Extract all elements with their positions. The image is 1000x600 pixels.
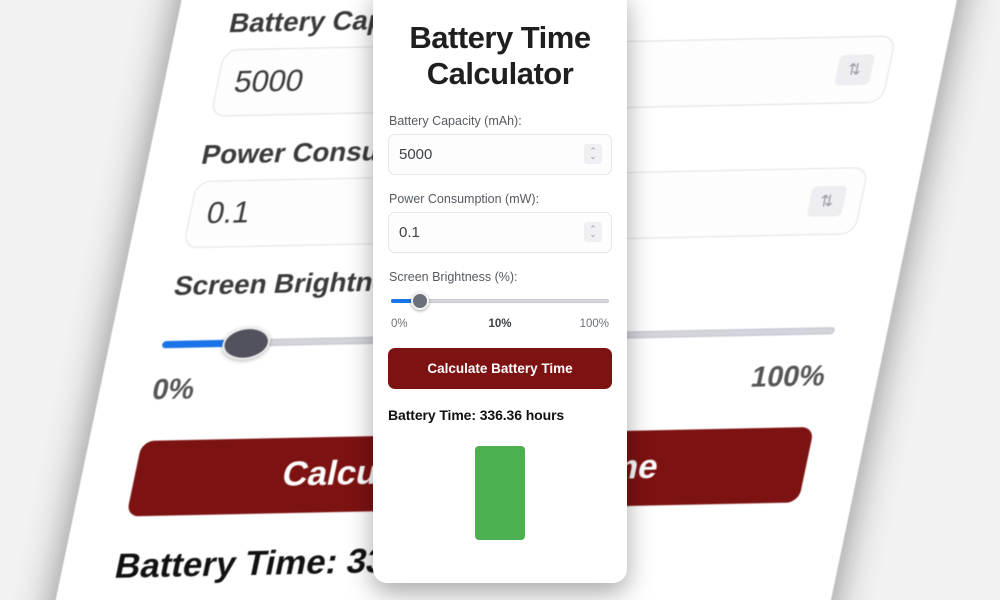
slider-tick-min: 0% — [391, 317, 408, 330]
power-consumption-spinner-icon[interactable]: ⌃ ⌄ — [584, 222, 602, 243]
background-tick-max: 100% — [748, 359, 829, 393]
modal-title-line1: Battery Time — [409, 20, 591, 55]
battery-capacity-field[interactable]: ⌃ ⌄ — [388, 133, 612, 175]
slider-tick-current: 10% — [488, 317, 512, 330]
battery-capacity-label: Battery Capacity (mAh): — [389, 113, 522, 128]
power-consumption-field[interactable]: ⌃ ⌄ — [388, 211, 612, 253]
power-consumption-input[interactable] — [399, 223, 601, 241]
calculate-battery-time-button[interactable]: Calculate Battery Time — [388, 347, 612, 389]
modal-title-line2: Calculator — [426, 55, 574, 91]
modal-title: Battery Time Calculator — [388, 20, 612, 92]
background-power-value: 0.1 — [203, 195, 254, 231]
power-consumption-label: Power Consumption (mW): — [389, 191, 540, 206]
screen-brightness-label: Screen Brightness (%): — [389, 269, 518, 284]
background-slider-thumb — [219, 326, 274, 361]
background-tick-min: 0% — [149, 372, 198, 406]
battery-time-result: Battery Time: 336.36 hours — [388, 406, 565, 423]
slider-tick-labels: 0% 10% 100% — [391, 318, 609, 334]
background-power-spinner-icon: ⇅ — [806, 185, 848, 217]
slider-tick-max: 100% — [579, 317, 609, 330]
battery-capacity-input[interactable] — [399, 145, 601, 163]
spinner-down-icon[interactable]: ⌄ — [589, 152, 597, 160]
battery-level-indicator — [475, 445, 525, 540]
battery-capacity-spinner-icon[interactable]: ⌃ ⌄ — [584, 144, 602, 165]
background-capacity-value: 5000 — [231, 63, 307, 99]
screen-brightness-slider[interactable] — [391, 290, 609, 312]
slider-thumb[interactable] — [411, 291, 429, 310]
screen: Battery Time Calculator Battery Capacity… — [0, 0, 1000, 600]
background-slider-fill — [161, 339, 231, 349]
battery-calculator-modal: Battery Time Calculator Battery Capacity… — [373, 0, 627, 583]
spinner-down-icon[interactable]: ⌄ — [589, 230, 597, 238]
background-capacity-spinner-icon: ⇅ — [833, 54, 876, 86]
